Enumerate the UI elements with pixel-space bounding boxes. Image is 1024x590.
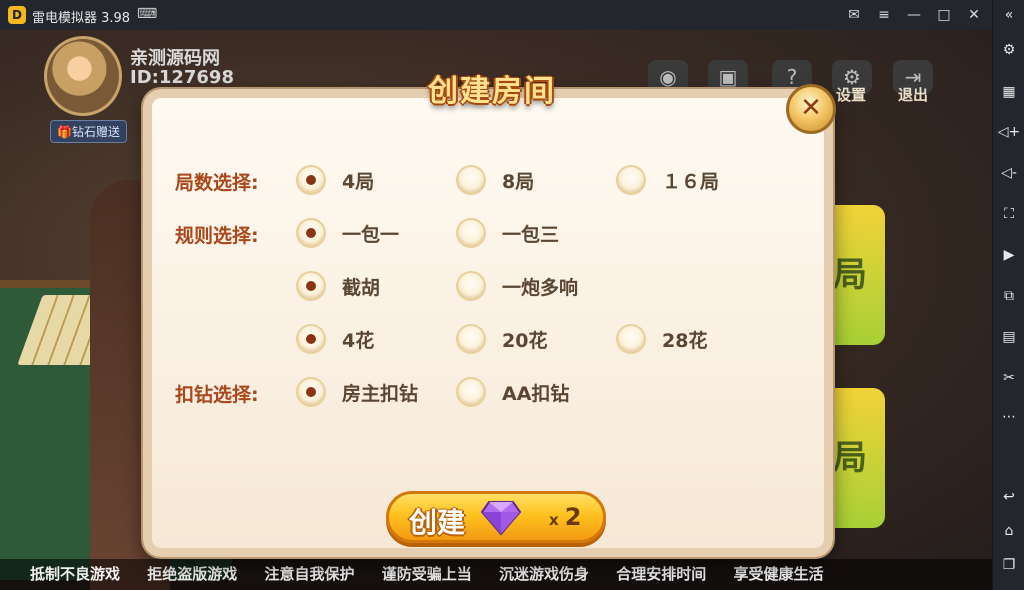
option-label: 20花 [502,329,548,352]
volume-down-icon[interactable]: ◁- [997,161,1021,185]
radio-icon [296,324,326,354]
message-icon[interactable]: ✉ [843,5,865,25]
settings-label: 设置 [836,86,867,104]
radio-icon [296,218,326,248]
create-room-dialog [143,89,833,557]
dialog-title: 创建房间 [428,74,556,109]
create-room-button[interactable]: 创建 x2 [386,491,606,543]
notice-item: 抵制不良游戏 [30,565,121,583]
more-icon[interactable]: ⋯ [997,405,1021,429]
option-label: 截胡 [342,276,381,299]
option-label: 房主扣钻 [342,382,419,405]
rule-option-yipaoduoxiang[interactable]: 一炮多响 [456,271,578,301]
pay-label: 扣钻选择: [175,384,259,406]
radio-icon [296,377,326,407]
notice-item: 享受健康生活 [733,565,824,583]
option-label: 8局 [502,170,535,193]
rule-option-yibaoyi[interactable]: 一包一 [296,218,399,248]
close-icon[interactable]: ✕ [963,5,985,25]
option-label: AA扣钻 [502,382,570,405]
radio-icon [296,165,326,195]
back-icon[interactable]: ↩ [997,485,1021,509]
volume-up-icon[interactable]: ◁+ [997,120,1021,144]
cost-prefix: x [549,511,559,529]
option-label: 一包三 [502,223,560,246]
option-label: 28花 [662,329,708,352]
settings-icon[interactable]: ⚙ [997,38,1021,62]
notice-item: 拒绝盗版游戏 [147,565,238,583]
option-label: １６局 [662,170,720,193]
apk-icon[interactable]: ▤ [997,325,1021,349]
diamond-cost: x2 [549,503,581,531]
exit-label: 退出 [898,86,929,104]
radio-icon [456,165,486,195]
gamepad-icon[interactable]: ⌨ [137,6,157,22]
create-label: 创建 [409,506,466,539]
minimize-icon[interactable]: — [903,5,925,25]
emulator-titlebar: D 雷电模拟器 3.98 ⌨ ✉ ≡ — □ ✕ [0,0,1024,30]
fullscreen-icon[interactable]: ⛶ [997,202,1021,226]
rules-label: 规则选择: [175,225,259,247]
keyboard-icon[interactable]: ▦ [997,80,1021,104]
gift-icon: 🎁 [57,125,72,139]
radio-icon [456,377,486,407]
option-label: 4花 [342,329,375,352]
cost-value: 2 [564,503,582,531]
flower-option-20[interactable]: 20花 [456,324,547,354]
home-icon[interactable]: ⌂ [997,519,1021,543]
collapse-icon[interactable]: « [997,3,1021,27]
pay-option-host[interactable]: 房主扣钻 [296,377,418,407]
flower-option-28[interactable]: 28花 [616,324,707,354]
pay-option-aa[interactable]: AA扣钻 [456,377,569,407]
radio-icon [616,165,646,195]
option-label: 一包一 [342,223,400,246]
avatar[interactable] [44,36,122,116]
rounds-option-16[interactable]: １６局 [616,165,719,195]
record-icon[interactable]: ▶ [997,243,1021,267]
recent-apps-icon[interactable]: ❐ [997,553,1021,577]
notice-item: 合理安排时间 [616,565,707,583]
app-logo-icon: D [8,6,26,24]
menu-icon[interactable]: ≡ [873,5,895,25]
notice-item: 沉迷游戏伤身 [499,565,590,583]
close-dialog-button[interactable]: ✕ [786,84,836,134]
rule-option-yibaosan[interactable]: 一包三 [456,218,559,248]
radio-icon [456,271,486,301]
radio-icon [616,324,646,354]
radio-icon [456,218,486,248]
diamond-gift-label: 钻石赠送 [71,125,120,139]
radio-icon [296,271,326,301]
option-label: 一炮多响 [502,276,579,299]
diamond-gift-button[interactable]: 🎁钻石赠送 [50,120,127,143]
rule-option-jiehu[interactable]: 截胡 [296,271,380,301]
radio-icon [456,324,486,354]
notice-item: 注意自我保护 [264,565,355,583]
rounds-option-8[interactable]: 8局 [456,165,534,195]
window-title: 雷电模拟器 3.98 [32,11,131,26]
health-notice: 抵制不良游戏 拒绝盗版游戏 注意自我保护 谨防受骗上当 沉迷游戏伤身 合理安排时… [0,559,992,590]
maximize-icon[interactable]: □ [933,5,955,25]
rounds-label: 局数选择: [175,172,259,194]
diamond-icon [481,501,521,536]
multi-window-icon[interactable]: ⧉ [997,284,1021,308]
scissors-icon[interactable]: ✂ [997,366,1021,390]
rounds-option-4[interactable]: 4局 [296,165,374,195]
notice-item: 谨防受骗上当 [381,565,472,583]
option-label: 4局 [342,170,375,193]
player-id: ID:127698 [130,67,234,88]
flower-option-4[interactable]: 4花 [296,324,374,354]
emulator-sidebar: « ⚙ ▦ ◁+ ◁- ⛶ ▶ ⧉ ▤ ✂ ⋯ ↩ ⌂ ❐ [992,0,1024,590]
